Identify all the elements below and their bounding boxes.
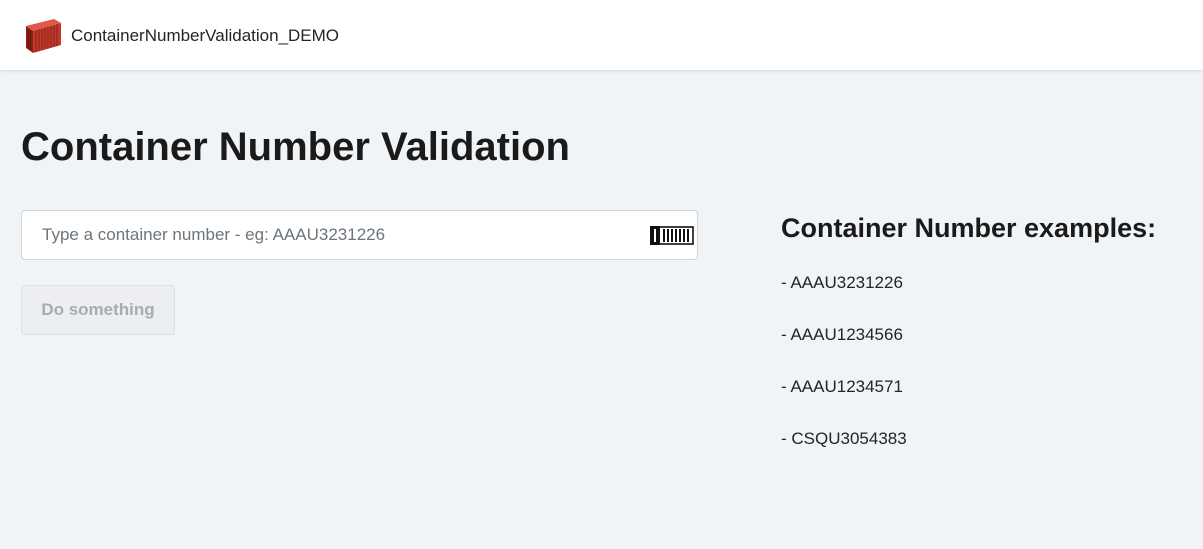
brand-name: ContainerNumberValidation_DEMO	[71, 25, 340, 45]
navbar-brand[interactable]: ContainerNumberValidation_DEMO	[20, 17, 339, 54]
do-something-button[interactable]: Do something	[21, 285, 175, 335]
example-item: - AAAU1234571	[781, 377, 903, 396]
examples-list: - AAAU3231226 - AAAU1234566 - AAAU123457…	[781, 271, 907, 479]
container-number-field	[21, 210, 698, 260]
container-icon	[650, 226, 694, 245]
container-number-input[interactable]	[22, 211, 642, 259]
shipping-container-logo-icon	[26, 19, 61, 53]
example-item: - AAAU1234566	[781, 325, 903, 344]
navbar: ContainerNumberValidation_DEMO	[0, 0, 1203, 70]
example-item: - CSQU3054383	[781, 429, 907, 448]
examples-title: Container Number examples:	[781, 213, 1157, 243]
example-item: - AAAU3231226	[781, 273, 903, 292]
page-title: Container Number Validation	[21, 125, 570, 169]
